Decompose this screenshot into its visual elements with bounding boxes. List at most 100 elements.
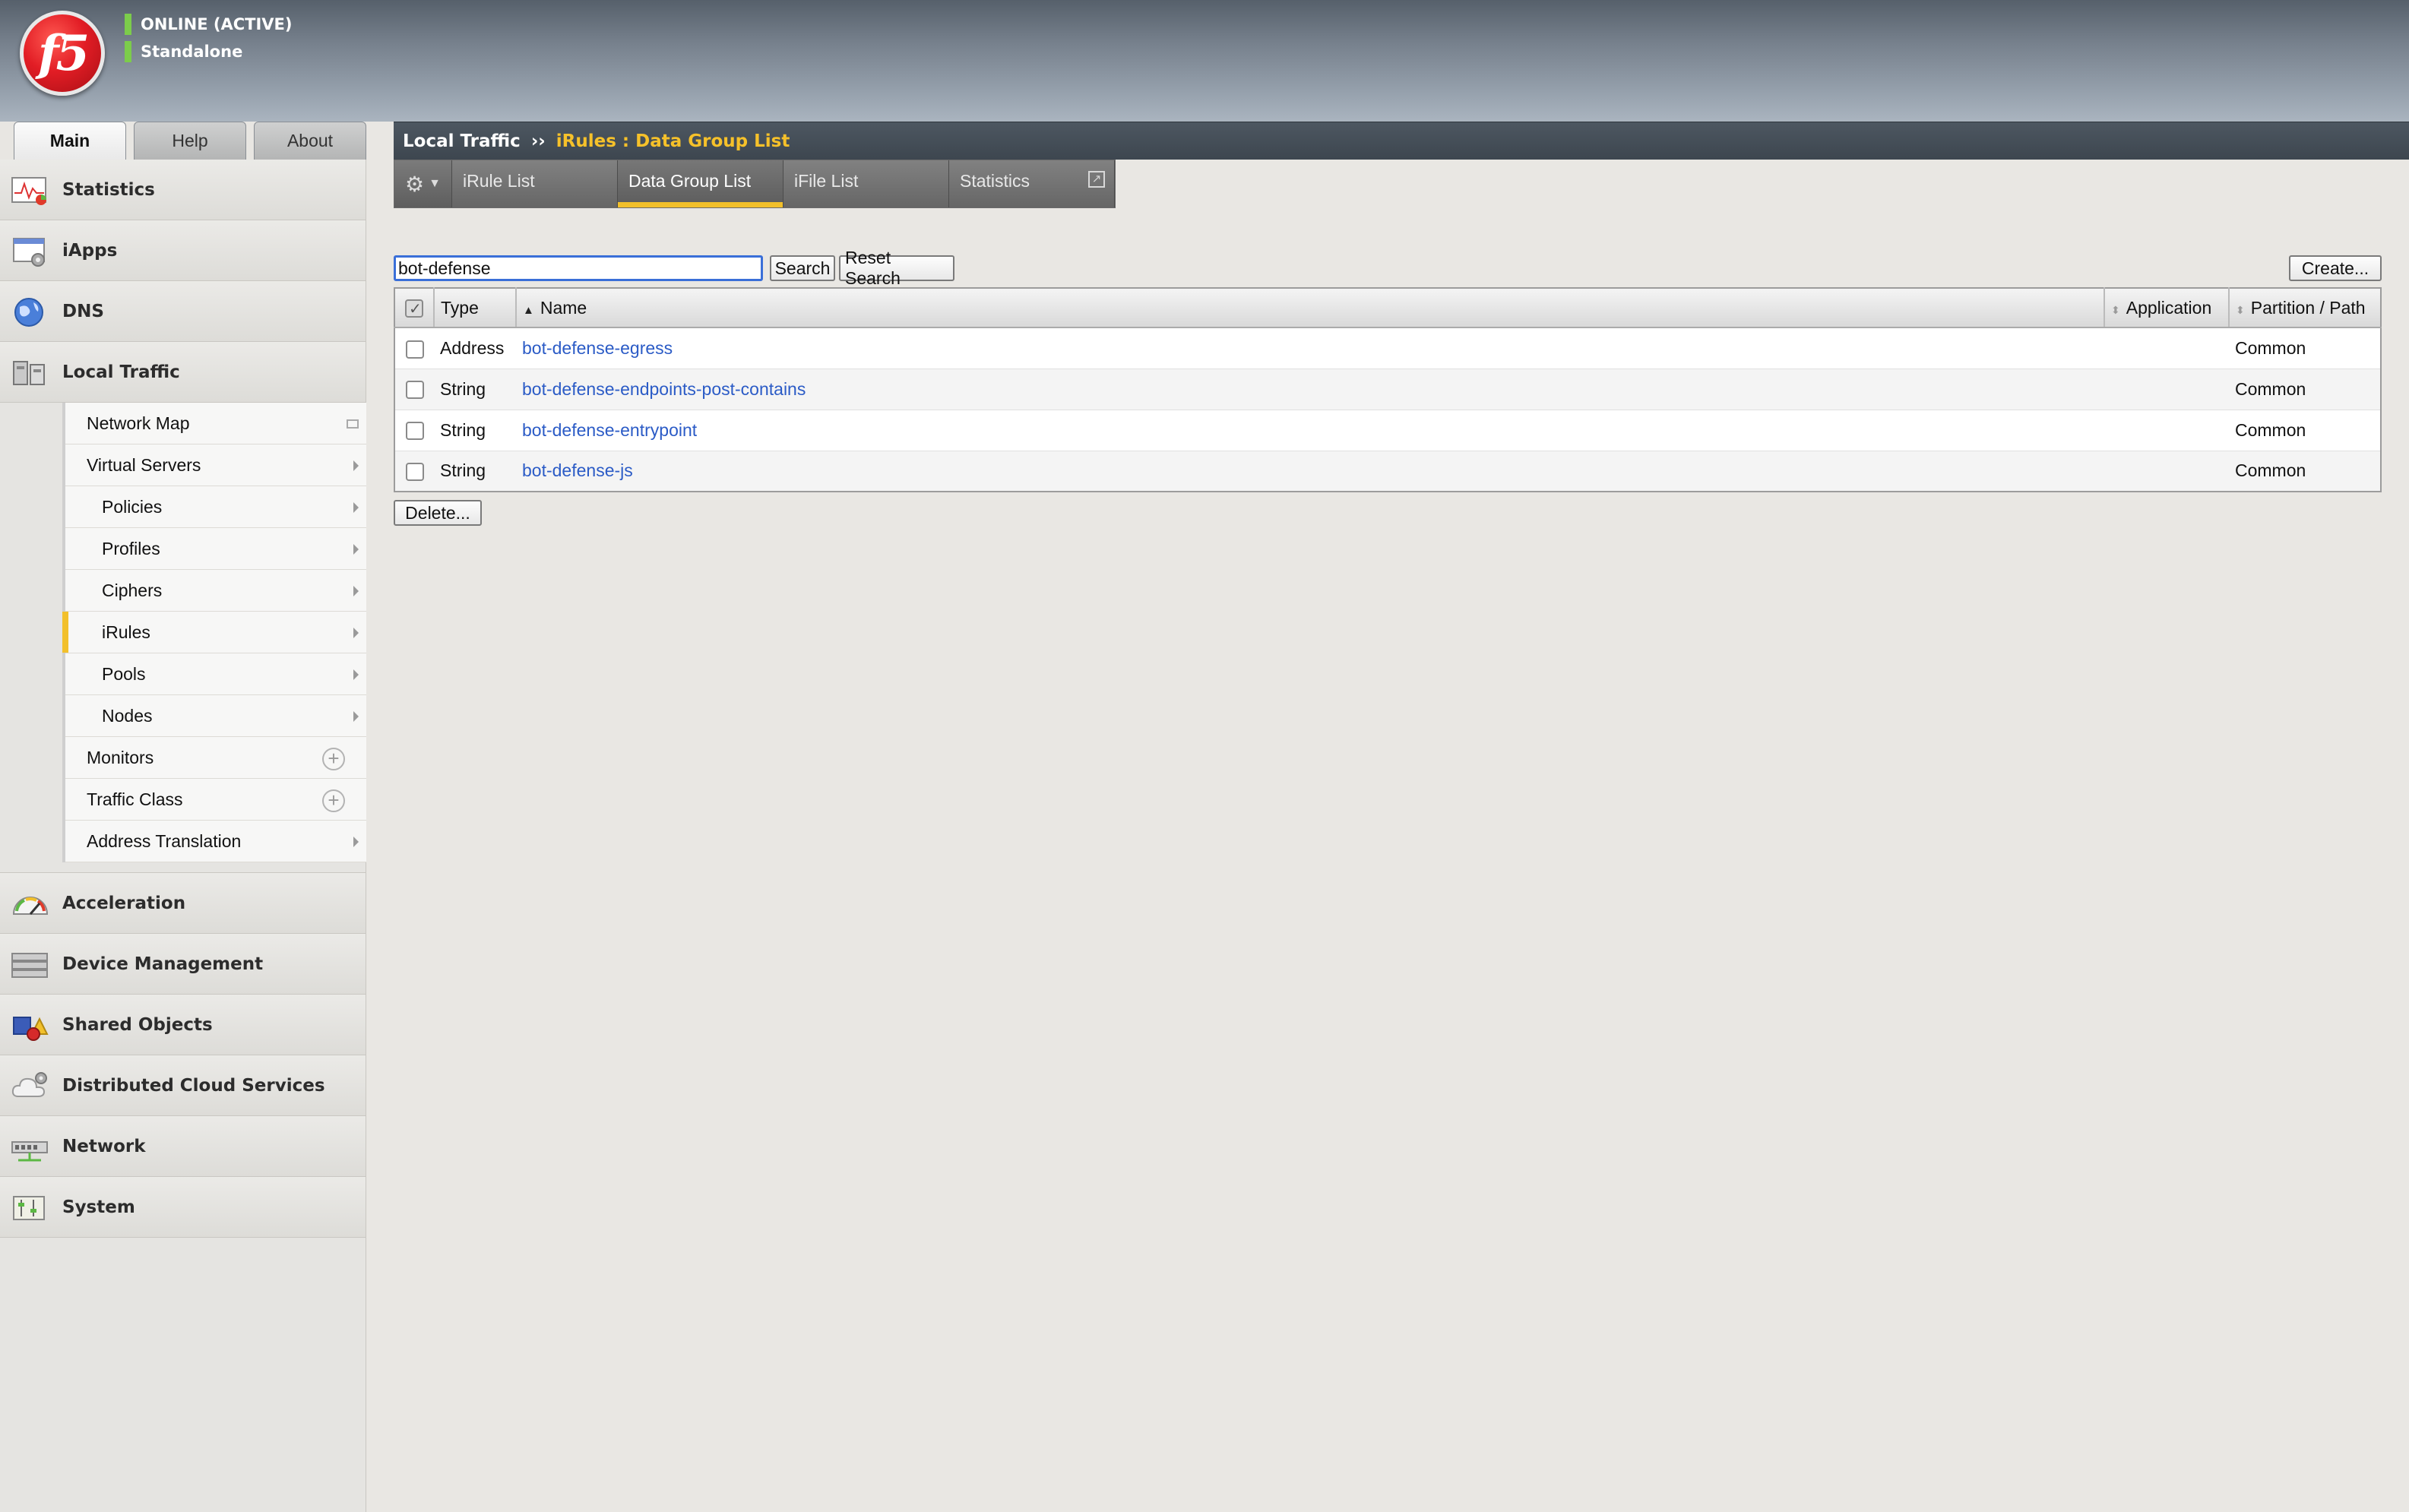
settings-menu-button[interactable]: ⚙ ▼	[394, 160, 452, 207]
sidebar-section-acceleration[interactable]: Acceleration	[0, 873, 366, 934]
sidebar-section-label: System	[62, 1197, 135, 1217]
type-cell: Address	[434, 327, 516, 369]
name-cell: bot-defense-entrypoint	[516, 410, 2104, 451]
create-button[interactable]: Create...	[2289, 255, 2382, 281]
sub-tab-bar: ⚙ ▼ iRule List Data Group List iFile List…	[394, 160, 1116, 208]
search-button[interactable]: Search	[770, 255, 835, 281]
tab-data-group-list[interactable]: Data Group List	[618, 160, 783, 207]
f5-logo[interactable]: f5	[20, 11, 105, 96]
sort-ascending-icon: ▲	[523, 303, 534, 317]
sidebar-section-label: Device Management	[62, 954, 264, 974]
row-select-cell	[394, 410, 434, 451]
sidebar-item-network-map[interactable]: Network Map	[65, 403, 366, 444]
type-cell: String	[434, 410, 516, 451]
sidebar-section-shared-objects[interactable]: Shared Objects	[0, 995, 366, 1055]
statistics-icon	[11, 177, 46, 205]
row-checkbox[interactable]	[405, 381, 424, 400]
top-banner: f5 ONLINE (ACTIVE) Standalone	[0, 0, 2409, 122]
row-select-cell	[394, 369, 434, 410]
tab-label: iRule List	[463, 171, 535, 191]
application-cell	[2104, 369, 2229, 410]
column-header-label: Partition / Path	[2250, 297, 2366, 318]
sidebar-item-irules[interactable]: iRules	[62, 612, 366, 653]
partition-cell: Common	[2229, 410, 2381, 451]
sidebar-section-label: Shared Objects	[62, 1014, 213, 1035]
sidebar-section-dns[interactable]: DNS	[0, 281, 366, 342]
sidebar-section-device-management[interactable]: Device Management	[0, 934, 366, 995]
name-cell: bot-defense-endpoints-post-contains	[516, 369, 2104, 410]
column-header-type[interactable]: Type	[434, 288, 517, 328]
data-group-table: Type ▲ Name ⬍ Application ⬍ Partition / Pat…	[394, 287, 2382, 492]
sidebar-section-network[interactable]: Network	[0, 1116, 366, 1177]
nav-tab-main[interactable]: Main	[14, 122, 126, 160]
partition-cell: Common	[2229, 369, 2381, 410]
sidebar-item-monitors[interactable]: Monitors +	[65, 737, 366, 779]
application-cell	[2104, 410, 2229, 451]
sidebar-section-distributed-cloud-services[interactable]: Distributed Cloud Services	[0, 1055, 366, 1116]
table-row: String bot-defense-js Common	[394, 451, 2381, 492]
cloud-icon	[11, 1072, 47, 1097]
caret-down-icon: ▼	[429, 177, 441, 190]
sidebar-section-system[interactable]: System	[0, 1177, 366, 1238]
data-group-link[interactable]: bot-defense-entrypoint	[522, 420, 697, 440]
search-input[interactable]	[394, 255, 763, 281]
nav-tab-about[interactable]: About	[254, 122, 366, 160]
data-group-link[interactable]: bot-defense-js	[522, 460, 633, 480]
name-cell: bot-defense-egress	[516, 327, 2104, 369]
column-header-name[interactable]: ▲ Name	[516, 288, 2105, 328]
sidebar-divider	[0, 862, 366, 873]
chevron-right-icon	[353, 586, 359, 596]
sidebar-section-label: Statistics	[62, 179, 155, 200]
delete-button[interactable]: Delete...	[394, 500, 482, 526]
column-header-application[interactable]: ⬍ Application	[2104, 288, 2230, 328]
tab-ifile-list[interactable]: iFile List	[783, 160, 949, 207]
network-icon	[11, 1141, 48, 1162]
sidebar-item-address-translation[interactable]: Address Translation	[65, 821, 366, 862]
sidebar-item-virtual-servers[interactable]: Virtual Servers	[65, 444, 366, 486]
sidebar-section-label: Network	[62, 1136, 146, 1156]
sidebar-item-traffic-class[interactable]: Traffic Class +	[65, 779, 366, 821]
table-row: Address bot-defense-egress Common	[394, 327, 2381, 369]
chevron-right-icon	[353, 669, 359, 680]
sidebar-item-label: Ciphers	[102, 580, 163, 600]
reset-search-button[interactable]: Reset Search	[839, 248, 954, 288]
status-standalone: Standalone	[125, 41, 242, 62]
status-online-text: ONLINE (ACTIVE)	[141, 15, 293, 33]
breadcrumb-root[interactable]: Local Traffic	[403, 131, 521, 151]
sidebar-item-nodes[interactable]: Nodes	[65, 695, 366, 737]
local-traffic-submenu: Network Map Virtual Servers Policies Pro…	[62, 403, 366, 862]
tab-statistics[interactable]: Statistics ↗	[949, 160, 1115, 207]
sidebar-item-policies[interactable]: Policies	[65, 486, 366, 528]
chevron-right-icon	[353, 502, 359, 513]
tab-irule-list[interactable]: iRule List	[452, 160, 618, 207]
data-group-link[interactable]: bot-defense-endpoints-post-contains	[522, 379, 806, 399]
data-group-link[interactable]: bot-defense-egress	[522, 338, 673, 358]
row-checkbox[interactable]	[405, 463, 424, 482]
chevron-right-icon	[353, 711, 359, 722]
nav-tab-help[interactable]: Help	[134, 122, 246, 160]
select-all-checkbox[interactable]	[405, 299, 423, 318]
tab-label: Statistics	[960, 171, 1030, 191]
column-header-label: Name	[540, 297, 587, 318]
add-monitor-icon[interactable]: +	[322, 748, 345, 770]
breadcrumb-separator: ››	[530, 131, 546, 151]
column-header-partition[interactable]: ⬍ Partition / Path	[2229, 288, 2381, 328]
sidebar-section-statistics[interactable]: Statistics	[0, 160, 366, 220]
table-row: String bot-defense-entrypoint Common	[394, 410, 2381, 451]
sidebar-item-label: Profiles	[102, 538, 160, 558]
external-link-icon[interactable]: ↗	[1088, 171, 1105, 188]
row-checkbox[interactable]	[405, 340, 424, 359]
breadcrumb: Local Traffic ›› iRules : Data Group Lis…	[394, 122, 2409, 160]
sidebar-section-local-traffic[interactable]: Local Traffic	[0, 342, 366, 403]
status-indicator-icon	[125, 41, 131, 62]
sidebar-item-profiles[interactable]: Profiles	[65, 528, 366, 570]
iapps-icon	[13, 238, 45, 267]
sidebar-section-iapps[interactable]: iApps	[0, 220, 366, 281]
new-window-icon[interactable]	[347, 419, 359, 429]
row-checkbox[interactable]	[405, 422, 424, 441]
add-traffic-class-icon[interactable]: +	[322, 789, 345, 812]
column-header-label: Application	[2126, 297, 2212, 318]
sidebar-item-pools[interactable]: Pools	[65, 653, 366, 695]
sidebar-item-ciphers[interactable]: Ciphers	[65, 570, 366, 612]
row-select-cell	[394, 451, 434, 492]
